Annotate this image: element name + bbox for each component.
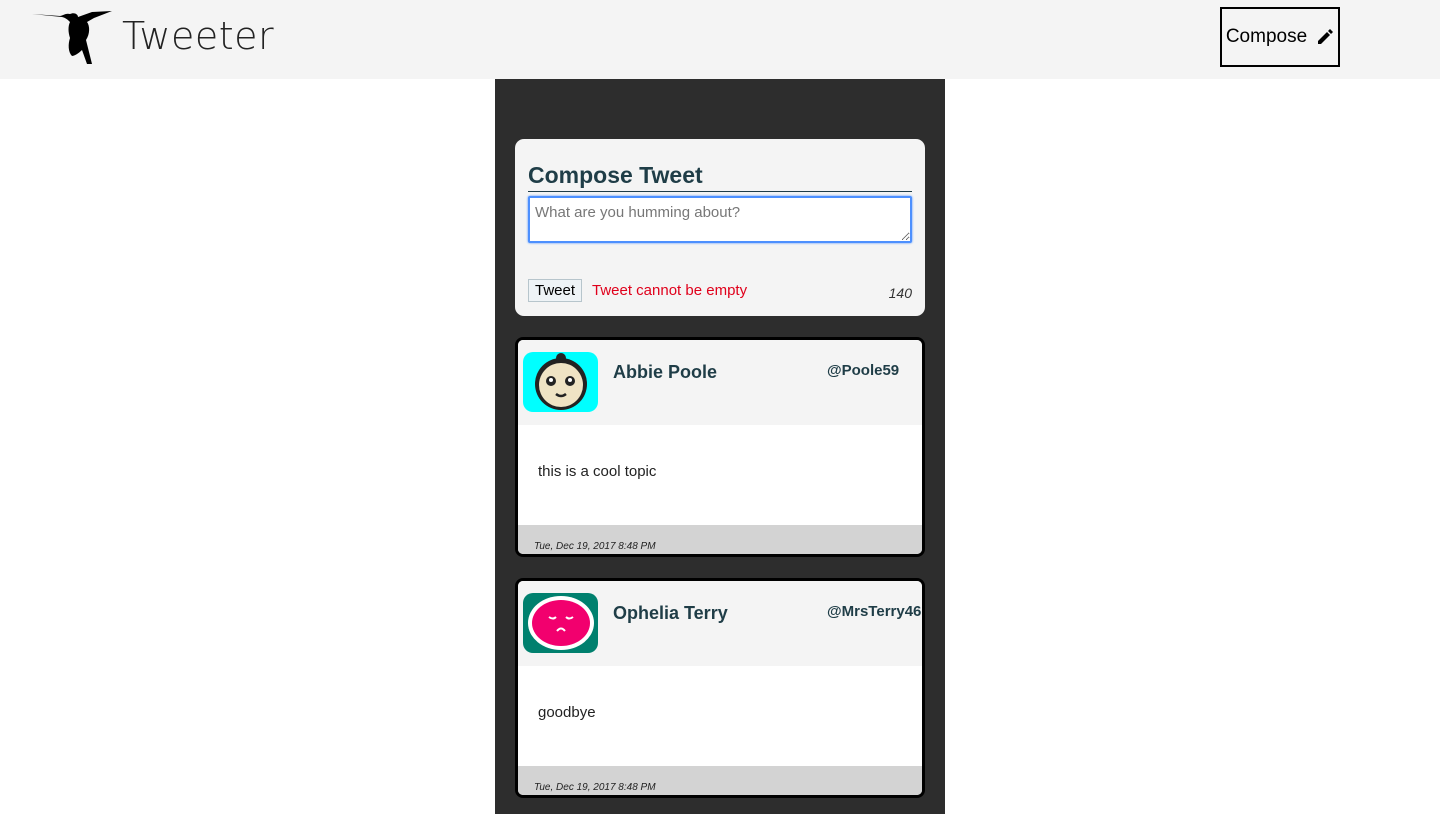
tweet-content: this is a cool topic (538, 463, 657, 480)
tweet-header: Abbie Poole @Poole59 (518, 340, 922, 425)
tweet-card: Abbie Poole @Poole59 this is a cool topi… (515, 337, 925, 557)
top-nav: Tweeter Compose (0, 0, 1440, 79)
main-container: Compose Tweet Tweet Tweet cannot be empt… (495, 79, 945, 814)
character-counter: 140 (888, 285, 912, 301)
tweet-submit-button[interactable]: Tweet (528, 279, 582, 302)
compose-tweet-form: Compose Tweet Tweet Tweet cannot be empt… (515, 139, 925, 316)
tweet-footer: Tue, Dec 19, 2017 8:48 PM (518, 525, 922, 554)
baby-face-avatar-icon (523, 352, 598, 412)
avatar (523, 593, 598, 653)
tweet-body: goodbye (518, 666, 922, 766)
tweet-card: Ophelia Terry @MrsTerry46 goodbye Tue, D… (515, 578, 925, 798)
tweet-author-handle: @Poole59 (827, 362, 900, 379)
tweet-footer: Tue, Dec 19, 2017 8:48 PM (518, 766, 922, 795)
tweet-content: goodbye (538, 704, 596, 721)
compose-button-label: Compose (1225, 26, 1308, 47)
avatar (523, 352, 598, 412)
tweet-author-name: Ophelia Terry (613, 603, 728, 623)
error-message: Tweet cannot be empty (592, 282, 748, 299)
compose-tweet-heading: Compose Tweet (528, 160, 912, 192)
compose-toggle-button[interactable]: Compose (1220, 7, 1340, 67)
tweet-header: Ophelia Terry @MrsTerry46 (518, 581, 922, 666)
tweet-text-input[interactable] (528, 196, 912, 243)
tweet-body: this is a cool topic (518, 425, 922, 525)
brand-title[interactable]: Tweeter (122, 14, 274, 58)
tweet-author-handle: @MrsTerry46 (827, 603, 922, 620)
pencil-icon (1318, 29, 1334, 44)
tweet-timestamp: Tue, Dec 19, 2017 8:48 PM (534, 541, 656, 552)
blob-face-avatar-icon (523, 593, 598, 653)
tweet-author-name: Abbie Poole (613, 362, 718, 382)
tweet-timestamp: Tue, Dec 19, 2017 8:48 PM (534, 782, 656, 793)
hummingbird-logo-icon[interactable] (32, 8, 114, 66)
